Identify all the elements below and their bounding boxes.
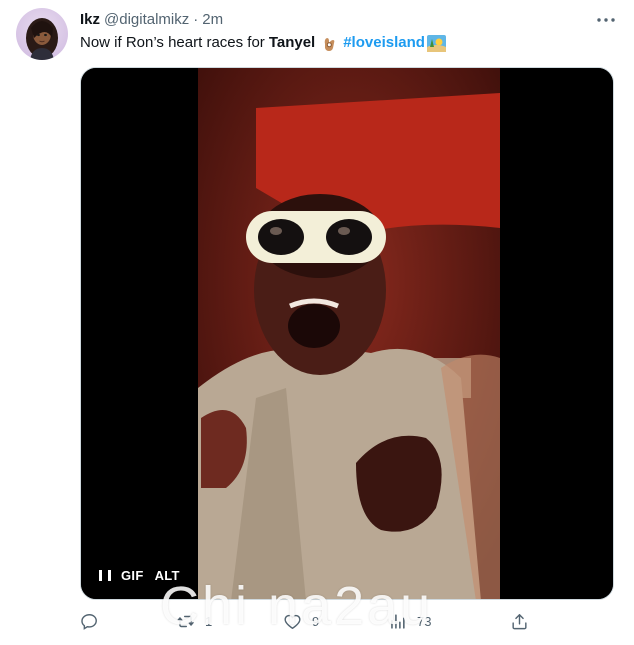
share-button[interactable] [510,612,529,631]
timestamp[interactable]: 2m [202,11,223,28]
share-icon [512,614,527,630]
user-handle[interactable]: @digitalmikz [104,11,189,28]
gif-frame [81,68,613,599]
hashtag-link[interactable]: #loveisland [343,33,425,53]
reply-button[interactable] [80,612,109,631]
avatar[interactable] [16,8,68,60]
gif-media[interactable]: GIF ALT [80,67,614,600]
tweet-header: Ikz @digitalmikz · 2m [80,9,223,29]
tweet-text-body: Now if Ron’s heart races for [80,34,265,51]
pause-icon[interactable] [99,569,111,582]
separator-dot: · [193,10,199,28]
tweet[interactable]: Ikz @digitalmikz · 2m Now if Ron’s heart… [0,0,634,645]
ok-hand-icon [321,35,337,51]
watermark: Chi na2au [160,576,434,636]
avatar-illustration [26,18,58,60]
island-icon [426,34,446,52]
tweet-text: Now if Ron’s heart races for Tanyel #lov… [80,33,446,53]
tweet-text-bold: Tanyel [268,34,316,51]
reply-icon [81,614,97,630]
more-options-icon[interactable] [596,10,616,30]
display-name[interactable]: Ikz [80,11,100,28]
gif-badge: GIF [121,568,144,583]
